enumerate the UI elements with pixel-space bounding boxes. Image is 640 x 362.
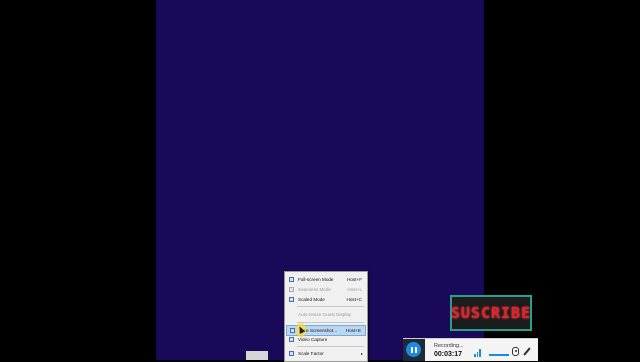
menu-item-label: Seamless Mode (298, 287, 331, 292)
menu-item-shortcut: Host+F (347, 277, 362, 282)
submenu-arrow-icon: ▸ (360, 351, 363, 356)
audio-volume-bar[interactable] (489, 354, 509, 356)
recording-widget: Recording... 00:03:17 (403, 338, 538, 361)
menu-separator (297, 322, 364, 323)
scaled-icon (289, 297, 294, 302)
pencil-icon[interactable] (523, 347, 531, 356)
audio-level-icon (474, 349, 481, 357)
menu-item-label: Full-screen Mode (298, 277, 334, 282)
menu-item-shortcut: Host+E (345, 328, 361, 333)
menu-separator (297, 346, 364, 347)
pause-icon (410, 346, 413, 353)
seamless-icon (289, 287, 294, 292)
fullscreen-icon (289, 277, 294, 282)
taskbar-fragment (246, 351, 268, 360)
pause-button[interactable] (406, 342, 421, 357)
menu-item-scale-factor[interactable]: Scale Factor ▸ (286, 349, 366, 358)
menu-item-scaled-mode[interactable]: Scaled Mode Host+C (286, 295, 366, 304)
auto-resize-icon (289, 312, 294, 317)
recording-status: Recording... (434, 343, 464, 349)
menu-item-shortcut: Host+L (347, 287, 362, 292)
subscribe-logo-text: SUSCRIBE (450, 304, 532, 322)
menu-item-seamless-mode[interactable]: Seamless Mode Host+L (286, 285, 366, 294)
pause-icon (414, 346, 417, 353)
menu-item-label: Auto-resize Guest Display (298, 312, 352, 317)
menu-item-label: Scaled Mode (298, 297, 325, 302)
subscribe-logo: SUSCRIBE (450, 295, 532, 331)
menu-item-label: Take Screenshot... (299, 328, 338, 333)
menu-item-shortcut: Host+C (346, 297, 362, 302)
recording-timer: 00:03:17 (434, 351, 463, 358)
screenshot-icon (290, 328, 295, 333)
recording-control-panel (403, 339, 425, 361)
view-context-menu: Full-screen Mode Host+F Seamless Mode Ho… (284, 271, 368, 362)
menu-separator (297, 306, 364, 307)
menu-item-auto-resize-guest-display[interactable]: Auto-resize Guest Display (286, 310, 366, 319)
menu-item-label: Video Capture (298, 337, 328, 342)
menu-item-fullscreen-mode[interactable]: Full-screen Mode Host+F (286, 275, 366, 284)
scale-factor-icon (289, 351, 294, 356)
video-capture-icon (289, 337, 294, 342)
menu-item-label: Scale Factor (298, 351, 324, 356)
webcam-icon[interactable] (512, 347, 519, 356)
